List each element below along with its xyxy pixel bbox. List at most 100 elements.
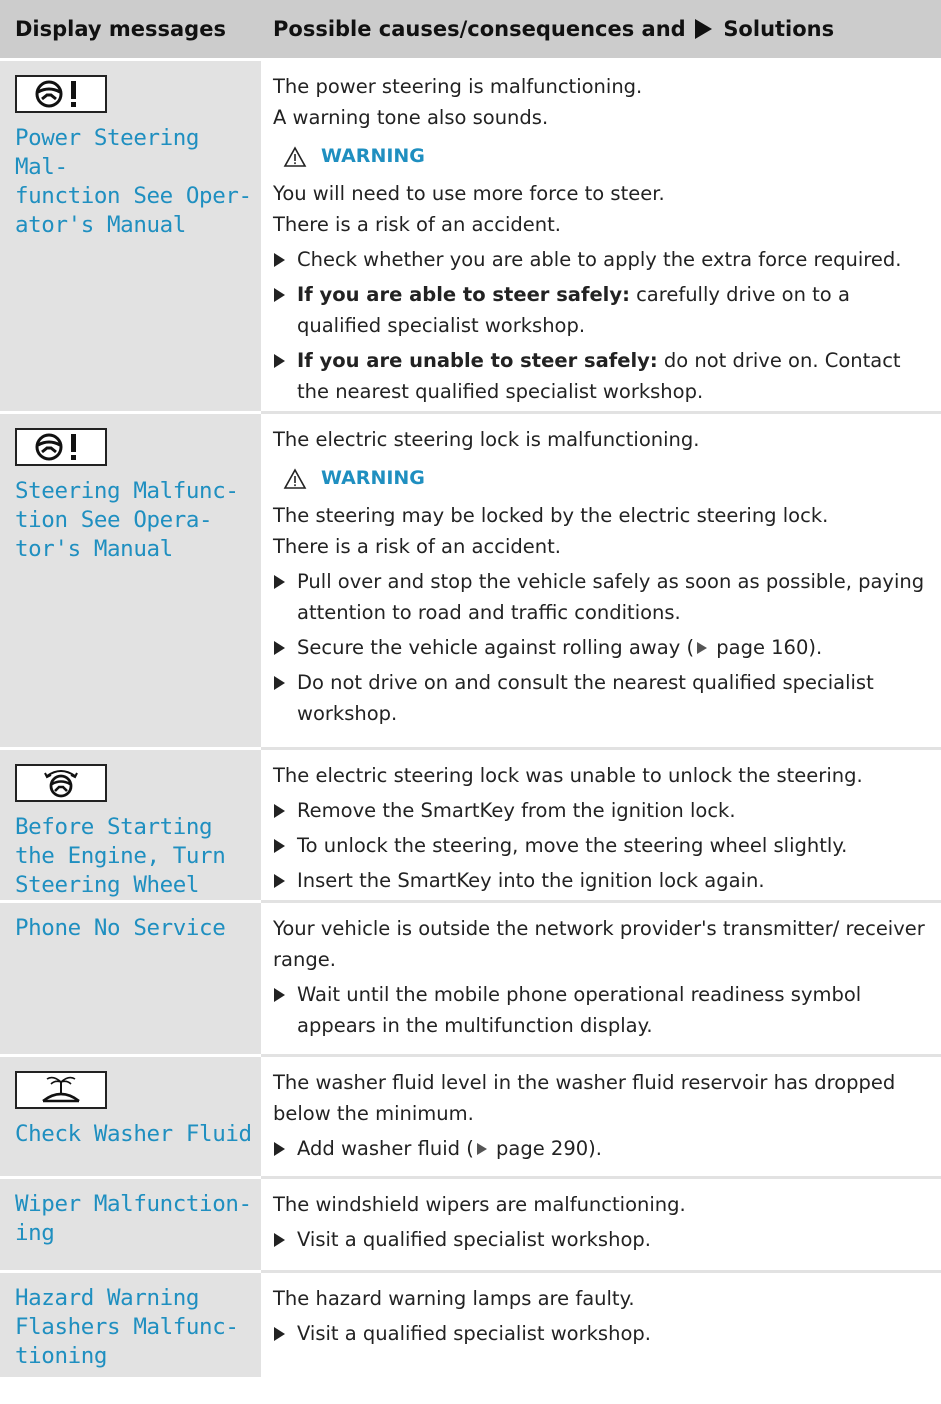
table-row: Wiper Malfunction- ing The windshield wi… [0, 1176, 941, 1272]
solution-arrow-icon [695, 19, 712, 39]
display-message-cell: Before Starting the Engine, Turn Steerin… [0, 747, 261, 902]
causes-solutions-cell: The washer fluid level in the washer flu… [261, 1054, 941, 1178]
step-arrow-icon [274, 1233, 285, 1247]
step-text: Add washer fluid ( [297, 1137, 474, 1160]
solution-steps: Add washer fluid ( page 290). [273, 1133, 937, 1164]
solution-step: Do not drive on and consult the nearest … [273, 667, 937, 729]
causes-solutions-cell: The power steering is malfunctioning. A … [261, 58, 941, 413]
cause-text: The electric steering lock was unable to… [273, 764, 863, 787]
table-row: Power Steering Mal- function See Oper- a… [0, 58, 941, 413]
solution-step: Remove the SmartKey from the ignition lo… [273, 795, 937, 826]
causes-solutions-cell: Your vehicle is outside the network prov… [261, 900, 941, 1056]
display-message-text: Wiper Malfunction- ing [15, 1191, 252, 1246]
solution-step: Visit a qualified specialist workshop. [273, 1318, 937, 1349]
cause-text: The power steering is malfunctioning. [273, 75, 643, 98]
solution-steps: Remove the SmartKey from the ignition lo… [273, 795, 937, 896]
step-arrow-icon [274, 288, 285, 302]
solution-steps: Wait until the mobile phone operational … [273, 979, 937, 1041]
cause-text: The hazard warning lamps are faulty. [273, 1287, 635, 1310]
step-arrow-icon [274, 676, 285, 690]
step-text: To unlock the steering, move the steerin… [297, 834, 848, 857]
cause-text: The electric steering lock is malfunctio… [273, 428, 700, 451]
table-row: Steering Malfunc- tion See Opera- tor's … [0, 411, 941, 749]
table-row: Before Starting the Engine, Turn Steerin… [0, 747, 941, 902]
page-reference-icon [697, 642, 708, 654]
causes-solutions-cell: The electric steering lock was unable to… [261, 747, 941, 902]
display-message-text: Before Starting the Engine, Turn Steerin… [15, 814, 226, 898]
table-row: Check Washer Fluid The washer fluid leve… [0, 1054, 941, 1178]
table-row: Phone No Service Your vehicle is outside… [0, 900, 941, 1056]
display-message-cell: Check Washer Fluid [0, 1054, 261, 1178]
display-message-cell: Wiper Malfunction- ing [0, 1176, 261, 1272]
step-text: Secure the vehicle against rolling away … [297, 636, 695, 659]
display-message-text: Phone No Service [15, 915, 226, 941]
page-reference-link[interactable]: page 160 [716, 636, 808, 659]
display-message-text: Power Steering Mal- function See Oper- a… [15, 125, 252, 238]
step-arrow-icon [274, 874, 285, 888]
cause-text: The windshield wipers are malfunctioning… [273, 1193, 686, 1216]
column-header-causes-solutions: Possible causes/consequences and Solutio… [261, 0, 941, 60]
washer-fluid-icon [15, 1071, 107, 1109]
step-arrow-icon [274, 988, 285, 1002]
step-text: Do not drive on and consult the nearest … [297, 671, 874, 725]
display-message-cell: Phone No Service [0, 900, 261, 1056]
step-text: ). [588, 1137, 602, 1160]
display-message-cell: Power Steering Mal- function See Oper- a… [0, 58, 261, 413]
step-arrow-icon [274, 575, 285, 589]
warning-triangle-icon [283, 145, 307, 167]
solution-step: Wait until the mobile phone operational … [273, 979, 937, 1041]
step-arrow-icon [274, 253, 285, 267]
solution-steps: Visit a qualified specialist workshop. [273, 1224, 937, 1255]
table-header-row: Display messages Possible causes/consequ… [0, 0, 941, 60]
step-arrow-icon [274, 641, 285, 655]
step-condition: If you are unable to steer safely: [297, 349, 658, 372]
warning-text: You will need to use more force to steer… [273, 182, 665, 205]
warning-label: WARNING [321, 467, 425, 489]
step-text: Insert the SmartKey into the ignition lo… [297, 869, 765, 892]
steering-malfunction-warning-icon [15, 428, 107, 466]
warning-text: There is a risk of an accident. [273, 213, 561, 236]
solution-step: If you are able to steer safely: careful… [273, 279, 937, 341]
table-row: Hazard Warning Flashers Malfunc- tioning… [0, 1270, 941, 1377]
manual-page: Display messages Possible causes/consequ… [0, 0, 941, 1404]
header-solutions-label: Solutions [723, 17, 835, 41]
step-condition: If you are able to steer safely: [297, 283, 630, 306]
step-text: Check whether you are able to apply the … [297, 248, 902, 271]
display-message-text: Steering Malfunc- tion See Opera- tor's … [15, 478, 239, 562]
step-text: Visit a qualified specialist workshop. [297, 1322, 651, 1345]
cause-text: A warning tone also sounds. [273, 106, 549, 129]
step-arrow-icon [274, 839, 285, 853]
step-arrow-icon [274, 1327, 285, 1341]
warning-triangle-icon [283, 467, 307, 489]
display-messages-table: Display messages Possible causes/consequ… [0, 0, 941, 1377]
solution-step: Secure the vehicle against rolling away … [273, 632, 937, 663]
solution-step: Pull over and stop the vehicle safely as… [273, 566, 937, 628]
step-arrow-icon [274, 1142, 285, 1156]
display-message-text: Check Washer Fluid [15, 1121, 252, 1147]
cause-text: Your vehicle is outside the network prov… [273, 917, 925, 971]
warning-heading: WARNING [283, 463, 937, 494]
warning-text: There is a risk of an accident. [273, 535, 561, 558]
solution-steps: Visit a qualified specialist workshop. [273, 1318, 937, 1349]
header-causes-label: Possible causes/consequences and [273, 17, 686, 41]
solution-steps: Pull over and stop the vehicle safely as… [273, 566, 937, 729]
step-arrow-icon [274, 354, 285, 368]
step-text: Wait until the mobile phone operational … [297, 983, 862, 1037]
cause-text: The washer fluid level in the washer flu… [273, 1071, 896, 1125]
warning-text: The steering may be locked by the electr… [273, 504, 829, 527]
solution-step: Add washer fluid ( page 290). [273, 1133, 937, 1164]
page-reference-link[interactable]: page 290 [496, 1137, 588, 1160]
step-text: Remove the SmartKey from the ignition lo… [297, 799, 736, 822]
solution-step: Check whether you are able to apply the … [273, 244, 937, 275]
causes-solutions-cell: The hazard warning lamps are faulty. Vis… [261, 1270, 941, 1377]
solution-steps: Check whether you are able to apply the … [273, 244, 937, 407]
power-steering-warning-icon [15, 75, 107, 113]
step-text: Visit a qualified specialist workshop. [297, 1228, 651, 1251]
solution-step: To unlock the steering, move the steerin… [273, 830, 937, 861]
page-reference-icon [476, 1143, 487, 1155]
step-arrow-icon [274, 804, 285, 818]
turn-steering-wheel-icon [15, 764, 107, 802]
column-header-display-messages: Display messages [0, 0, 261, 60]
display-message-cell: Steering Malfunc- tion See Opera- tor's … [0, 411, 261, 749]
step-text: ). [808, 636, 823, 659]
